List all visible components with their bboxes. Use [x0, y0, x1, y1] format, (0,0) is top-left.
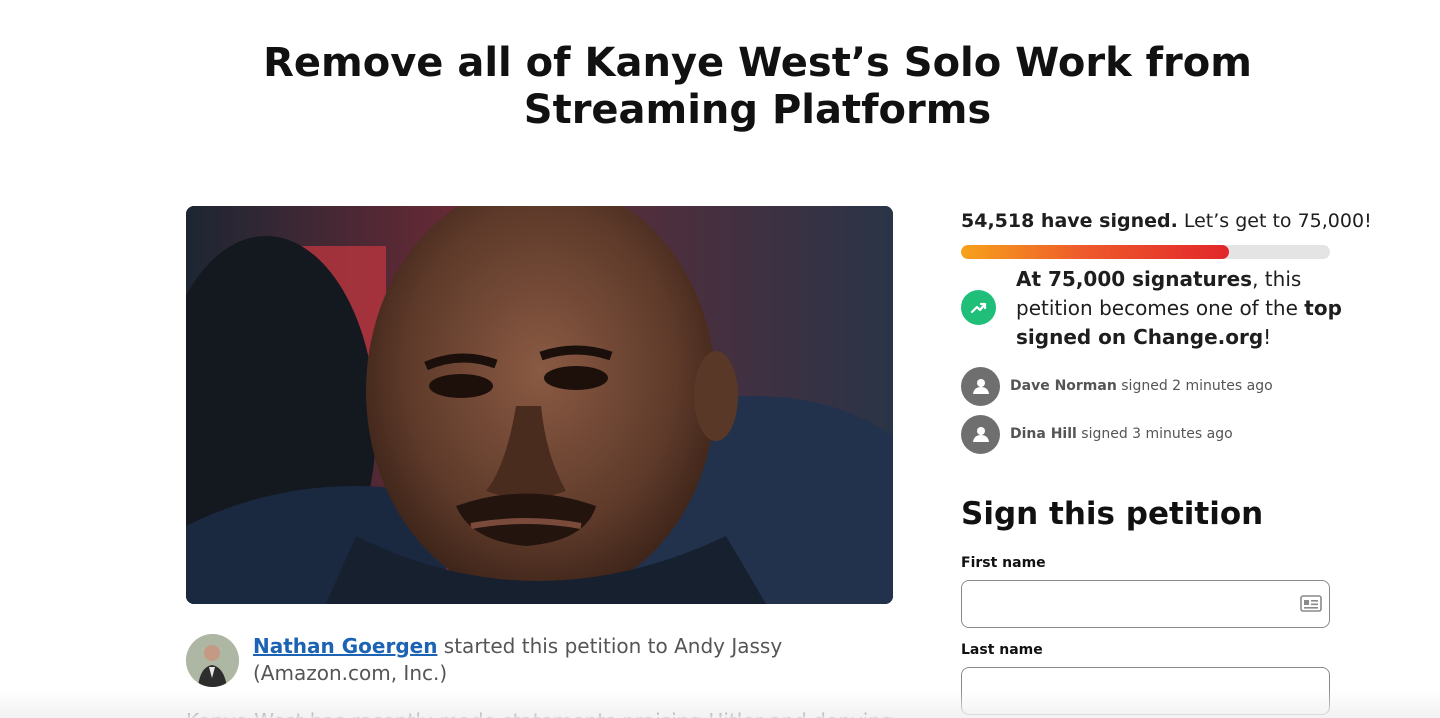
- contact-card-icon: [1300, 595, 1322, 612]
- user-avatar-icon: [961, 366, 1000, 406]
- recent-signer-action: signed 3 minutes ago: [1076, 426, 1233, 442]
- person-photo-icon: [186, 634, 239, 687]
- last-name-field[interactable]: [961, 667, 1330, 715]
- recent-signer: Dave Norman signed 2 minutes ago: [961, 366, 1341, 406]
- recent-signer: Dina Hill signed 3 minutes ago: [961, 414, 1341, 454]
- user-avatar-icon: [961, 414, 1000, 454]
- starter-line: Nathan Goergen started this petition to …: [253, 633, 893, 687]
- petition-page: Remove all of Kanye West’s Solo Work fro…: [0, 0, 1440, 718]
- signature-progress-fill: [961, 245, 1230, 259]
- signed-count: 54,518 have signed.: [961, 210, 1178, 232]
- recent-signer-name: Dina Hill: [1010, 426, 1077, 442]
- recent-signer-name: Dave Norman: [1010, 378, 1117, 394]
- starter-avatar[interactable]: [186, 634, 239, 687]
- last-name-label: Last name: [961, 642, 1043, 658]
- page-title: Remove all of Kanye West’s Solo Work fro…: [263, 40, 1252, 133]
- first-name-label: First name: [961, 555, 1046, 571]
- recent-signer-text: Dave Norman signed 2 minutes ago: [1010, 378, 1273, 394]
- signature-goal-text: Let’s get to 75,000!: [1177, 210, 1372, 232]
- starter-name-link[interactable]: Nathan Goergen: [253, 634, 437, 658]
- photo-image-icon: [186, 206, 893, 604]
- recent-signer-text: Dina Hill signed 3 minutes ago: [1010, 426, 1233, 442]
- trending-up-icon: [961, 290, 996, 325]
- petition-body-text: Kanye West has recently made statements …: [186, 708, 893, 718]
- recent-signer-action: signed 2 minutes ago: [1116, 378, 1273, 394]
- sign-petition-heading: Sign this petition: [961, 496, 1264, 532]
- goal-prefix: At 75,000 signatures: [1016, 267, 1253, 291]
- first-name-field[interactable]: [961, 580, 1330, 628]
- goal-message: At 75,000 signatures, this petition beco…: [1016, 265, 1346, 352]
- goal-suffix: !: [1263, 325, 1272, 349]
- petition-hero-image: [186, 206, 893, 604]
- signature-count-line: 54,518 have signed. Let’s get to 75,000!: [961, 208, 1372, 234]
- signature-progress-bar: [961, 245, 1330, 259]
